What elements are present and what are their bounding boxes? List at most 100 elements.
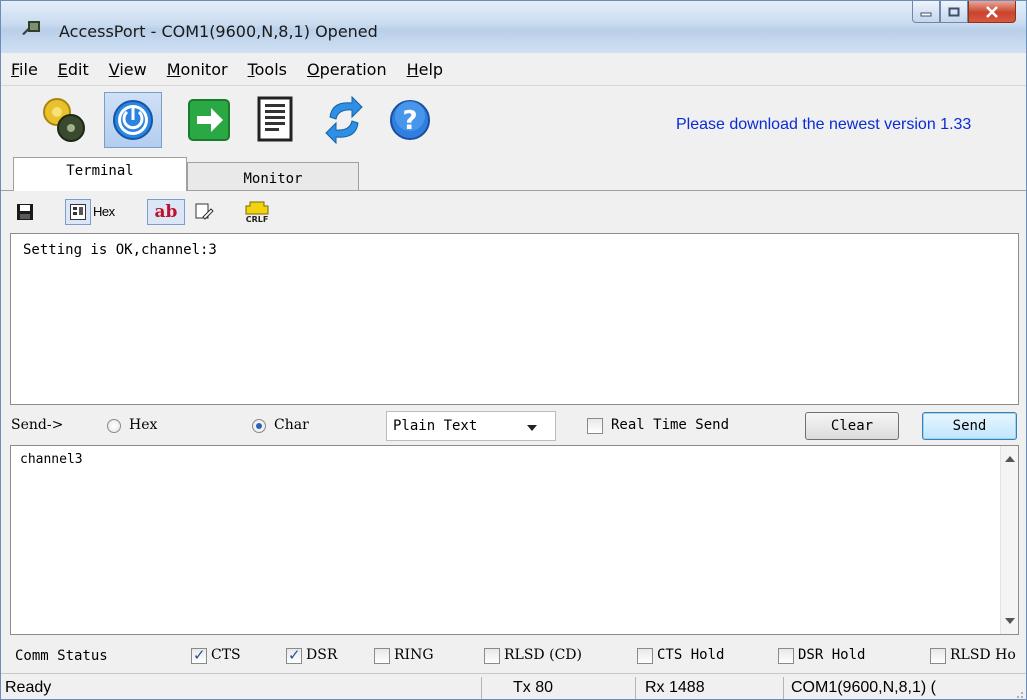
status-rx-count: Rx 1488: [645, 679, 705, 696]
title-bar[interactable]: AccessPort - COM1(9600,N,8,1) Opened: [1, 1, 1026, 53]
dsr-checkbox[interactable]: [286, 646, 302, 664]
menu-view[interactable]: View: [109, 60, 147, 79]
menu-file-accel: F: [11, 59, 20, 79]
chevron-down-icon: [527, 425, 537, 431]
status-separator: [783, 677, 784, 699]
realtime-send-checkbox[interactable]: [587, 418, 603, 434]
crlf-icon-text: CRLF: [246, 215, 269, 224]
status-tx-count: Tx 80: [513, 679, 554, 696]
menu-bar: File Edit View Monitor Tools Operation H…: [1, 53, 1026, 86]
menu-monitor-label: onitor: [180, 59, 228, 79]
menu-monitor[interactable]: Monitor: [167, 60, 228, 79]
close-button[interactable]: [968, 1, 1016, 23]
scroll-up-arrow-icon[interactable]: [1005, 456, 1015, 462]
menu-operation-label: peration: [319, 59, 387, 79]
realtime-send-label: Real Time Send: [611, 417, 730, 433]
minimize-button[interactable]: [912, 1, 940, 23]
hex-display-toggle[interactable]: [65, 199, 91, 225]
menu-help[interactable]: Help: [407, 60, 443, 79]
text-display-toggle[interactable]: ab: [147, 199, 185, 225]
update-notice-link[interactable]: Please download the newest version 1.33: [676, 116, 971, 134]
menu-edit[interactable]: Edit: [58, 60, 89, 79]
dsr-hold-label: DSR Hold: [798, 647, 866, 663]
tab-terminal-label: Terminal: [66, 163, 134, 179]
ab-text-icon: ab: [154, 202, 178, 222]
send-scrollbar[interactable]: [1000, 446, 1018, 634]
send-char-radio[interactable]: [252, 419, 266, 433]
dsr-label: DSR: [306, 647, 338, 663]
menu-file-label: ile: [19, 59, 38, 79]
window-title: AccessPort - COM1(9600,N,8,1) Opened: [59, 22, 378, 41]
crlf-button[interactable]: CRLF: [242, 199, 272, 225]
menu-file[interactable]: File: [11, 60, 38, 79]
menu-help-accel: H: [406, 59, 419, 79]
maximize-button[interactable]: [940, 1, 968, 23]
svg-text:?: ?: [402, 106, 417, 136]
send-options-bar: Send-> Hex Char Plain Text Real Time Sen…: [1, 408, 1026, 444]
close-icon: [986, 5, 998, 18]
send-text: channel3: [20, 452, 83, 467]
send-button[interactable]: Send: [922, 412, 1017, 440]
maximize-icon: [948, 7, 960, 16]
document-button[interactable]: [247, 92, 305, 148]
send-format-select[interactable]: Plain Text: [386, 411, 556, 441]
menu-monitor-accel: M: [166, 59, 181, 79]
main-toolbar: ? Please download the newest version 1.3…: [1, 87, 1026, 155]
refresh-button[interactable]: [315, 92, 373, 148]
serial-port-app-icon: [22, 21, 40, 35]
tab-monitor[interactable]: Monitor: [187, 162, 359, 191]
eraser-icon: [195, 203, 214, 220]
receive-text: Setting is OK,channel:3: [23, 242, 217, 258]
question-mark-icon: ?: [390, 100, 430, 140]
crlf-icon: CRLF: [245, 201, 269, 224]
terminal-toolbar: Hex ab CRLF: [1, 191, 1026, 231]
dsr-hold-checkbox[interactable]: [778, 648, 794, 664]
rlsd-checkbox[interactable]: [484, 648, 500, 664]
send-hex-radio[interactable]: [107, 419, 121, 433]
floppy-disk-icon: [17, 204, 33, 220]
menu-edit-label: dit: [67, 59, 89, 79]
menu-view-label: iew: [119, 59, 147, 79]
status-state: Ready: [5, 679, 52, 696]
tab-terminal[interactable]: Terminal: [13, 157, 187, 192]
minimize-icon: [920, 12, 932, 16]
send-char-label: Char: [274, 417, 309, 433]
clear-receive-button[interactable]: [191, 199, 217, 225]
send-format-value: Plain Text: [393, 418, 478, 434]
menu-edit-accel: E: [57, 59, 68, 79]
clear-button[interactable]: Clear: [805, 412, 899, 440]
send-file-button[interactable]: [180, 92, 238, 148]
send-label: Send->: [11, 417, 64, 433]
cts-hold-label: CTS Hold: [657, 647, 725, 663]
status-separator: [481, 677, 482, 699]
menu-operation-accel: O: [306, 59, 320, 79]
help-button[interactable]: ?: [381, 92, 439, 148]
status-port-info: COM1(9600,N,8,1) (: [791, 679, 936, 696]
comm-status-label: Comm Status: [15, 648, 108, 664]
save-button[interactable]: [15, 199, 35, 225]
cts-checkbox[interactable]: [191, 646, 207, 664]
resize-grip-icon[interactable]: [1012, 687, 1024, 699]
comm-status-bar: Comm Status CTS DSR RING RLSD (CD) CTS H…: [1, 639, 1026, 673]
menu-operation[interactable]: Operation: [307, 60, 387, 79]
tab-strip: Monitor Terminal: [1, 157, 1026, 192]
menu-tools-label: ools: [254, 59, 287, 79]
rlsd-hold-checkbox[interactable]: [930, 648, 946, 664]
cts-hold-checkbox[interactable]: [637, 648, 653, 664]
receive-output[interactable]: Setting is OK,channel:3: [10, 233, 1019, 405]
send-input[interactable]: channel3: [10, 445, 1019, 635]
scroll-down-arrow-icon[interactable]: [1005, 618, 1015, 624]
menu-help-label: elp: [418, 59, 444, 79]
app-window: AccessPort - COM1(9600,N,8,1) Opened Fil…: [0, 0, 1027, 700]
arrow-right-icon: [188, 99, 230, 141]
power-icon: [113, 100, 153, 140]
gears-icon: [43, 98, 85, 142]
ring-label: RING: [394, 647, 434, 663]
menu-tools[interactable]: Tools: [248, 60, 287, 79]
rlsd-label: RLSD (CD): [504, 647, 582, 663]
status-bar: Ready Tx 80 Rx 1488 COM1(9600,N,8,1) (: [1, 673, 1026, 699]
ring-checkbox[interactable]: [374, 648, 390, 664]
settings-button[interactable]: [35, 92, 93, 148]
open-close-port-button[interactable]: [104, 92, 162, 148]
menu-tools-accel: T: [247, 59, 255, 79]
